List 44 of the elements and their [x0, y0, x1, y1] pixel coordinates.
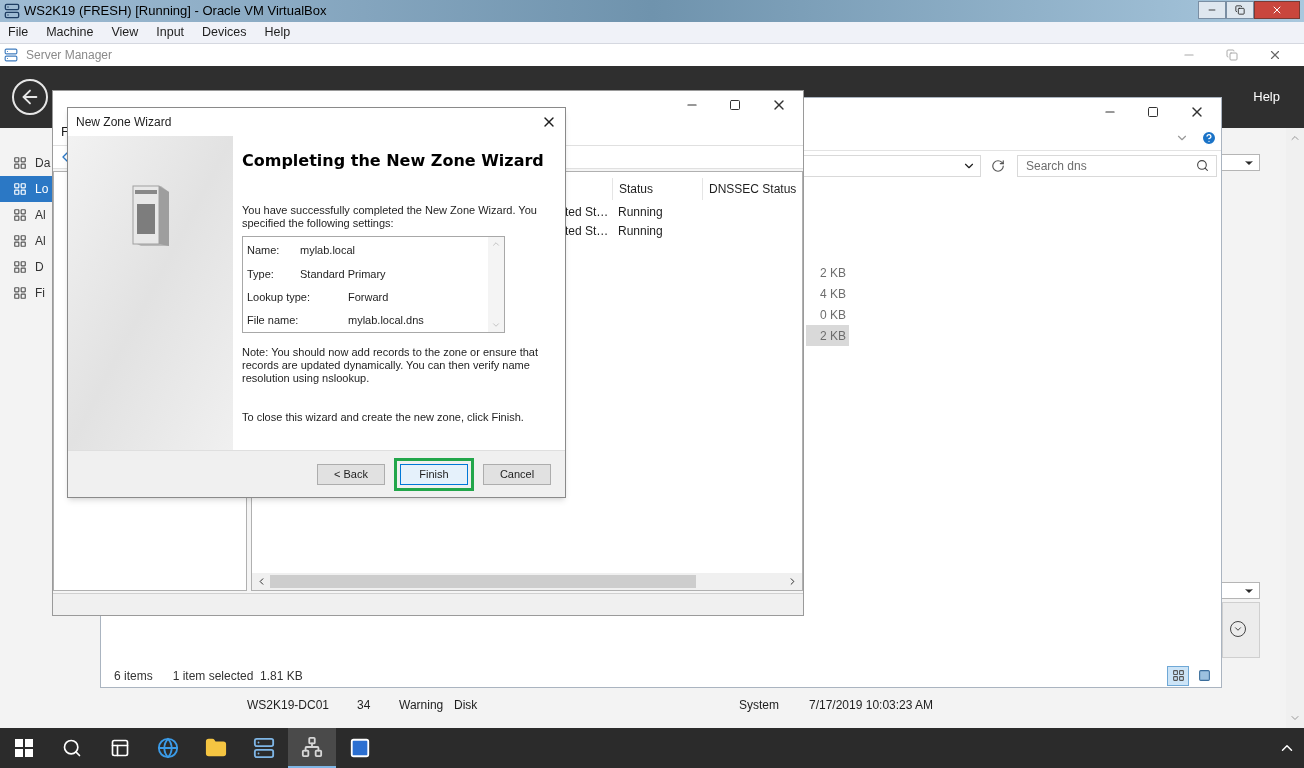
table-cell-text: 7/17/2019 10:03:23 AM [809, 697, 935, 714]
table-cell-text: Running [618, 203, 663, 221]
file-size-cell: 2 KB [806, 325, 849, 346]
dialog-button[interactable]: Finish [400, 463, 468, 485]
file-size-cell-text: 4 KB [819, 285, 847, 303]
wizard-heading: Completing the New Zone Wizard [242, 150, 545, 172]
note-text: Note: You should now add records to the zone or ensure that records are updated dynamically. You can then verify name resolution using nslookup. [242, 346, 539, 385]
window-title: Server Manager [26, 47, 113, 64]
menu-item[interactable]: Devices [202, 23, 247, 42]
dialog-button[interactable]: < Back [317, 463, 385, 485]
closing-text: To close this wizard and create the new zone, click Finish. [242, 411, 525, 424]
table-cell-text: 34 [357, 697, 372, 714]
table-cell-text: Warning [399, 697, 445, 714]
header-menu-item[interactable]: Help [1253, 87, 1280, 107]
table-cell-text: Disk [454, 697, 479, 714]
table-cell-text: WS2K19-DC01 [246, 697, 331, 714]
file-size-cell-text: 0 KB [819, 306, 847, 324]
setting-value: mylab.local.dns [348, 313, 424, 329]
table-cell-text: ted St… [565, 203, 610, 221]
intro-text: You have successfully completed the New Zone Wizard. You specified the following settings: [242, 204, 538, 230]
setting-label: File name: [247, 313, 300, 329]
setting-label: Name: [247, 243, 281, 259]
menu-item[interactable]: File [8, 23, 29, 42]
menu-item[interactable]: View [111, 23, 139, 42]
table-cell-text: ted St… [565, 222, 610, 240]
setting-value: Forward [348, 289, 389, 305]
menu-item[interactable]: Machine [46, 23, 94, 42]
status-text: 6 items [114, 667, 153, 685]
menu-item[interactable]: Input [156, 23, 185, 42]
table-cell-text: System [739, 697, 780, 714]
dialog-title: New Zone Wizard [76, 114, 172, 131]
search-field[interactable]: Search dns [1017, 154, 1217, 177]
dialog-button[interactable]: Cancel [483, 463, 551, 485]
menu-item[interactable]: Help [264, 23, 291, 42]
setting-value: mylab.local [300, 243, 356, 259]
column-header[interactable]: DNSSEC Status [702, 178, 802, 200]
setting-value: Standard Primary [300, 266, 386, 282]
table-cell-text: Running [618, 222, 663, 240]
status-text: 1 item selected 1.81 KB [172, 667, 303, 685]
setting-label: Lookup type: [247, 289, 311, 305]
column-header[interactable]: Status [612, 178, 702, 200]
setting-label: Type: [247, 266, 275, 282]
window-title: WS2K19 (FRESH) [Running] - Oracle VM VirtualBox [24, 2, 327, 21]
file-size-cell-text: 2 KB [819, 264, 847, 282]
